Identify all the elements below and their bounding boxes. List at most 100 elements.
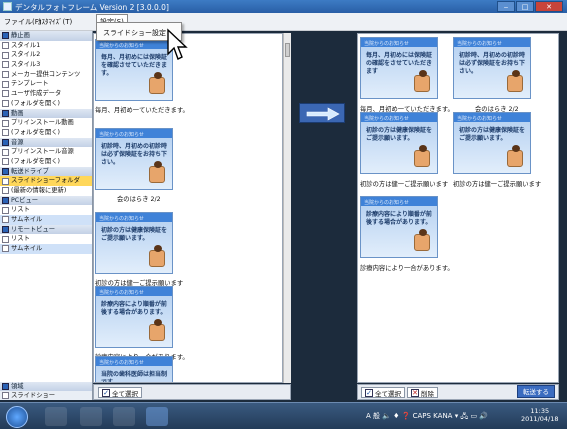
item-icon bbox=[2, 42, 9, 50]
sidebar-group-header[interactable]: 静止画 bbox=[0, 31, 92, 41]
sidebar-item[interactable]: リスト bbox=[0, 234, 92, 244]
sidebar-item-label: プリインストール音源 bbox=[11, 148, 74, 156]
item-icon bbox=[2, 148, 9, 156]
sidebar-item-label: ユーザ作成データ bbox=[11, 90, 62, 98]
item-icon bbox=[2, 129, 9, 137]
select-all-source-button[interactable]: ✓ 全て選択 bbox=[98, 387, 142, 398]
sidebar-item[interactable]: スライドショーフォルダ bbox=[0, 176, 92, 186]
sidebar-item[interactable]: (最新の情報に更新) bbox=[0, 186, 92, 196]
sidebar-item[interactable]: ユーザ作成データ bbox=[0, 89, 92, 99]
sidebar-item-label: リモートビュー bbox=[11, 225, 56, 233]
sidebar-item[interactable]: サムネイル bbox=[0, 215, 92, 225]
slide-thumbnail[interactable]: 当院からのお知らせ 初診時、月初めの初診時は必ず保険証をお持ち下さい。 bbox=[453, 37, 531, 99]
minimize-button[interactable]: ‒ bbox=[497, 1, 515, 12]
sidebar-item-label: テンプレート bbox=[11, 80, 49, 88]
item-icon bbox=[2, 119, 9, 127]
clock-date: 2011/04/18 bbox=[521, 415, 559, 423]
person-illustration-icon bbox=[507, 70, 523, 92]
slide-thumbnail[interactable]: 当院からのお知らせ 初診の方は健康保険証をご提示願います。 bbox=[360, 112, 438, 174]
maximize-button[interactable]: □ bbox=[516, 1, 534, 12]
item-icon bbox=[2, 71, 9, 79]
sidebar-item-label: サムネイル bbox=[11, 245, 43, 253]
slide-text: 初診の方は健康保険証をご提示願います。 bbox=[459, 127, 526, 142]
scrollbar-thumb[interactable] bbox=[285, 43, 290, 57]
delete-button[interactable]: ✕ 削除 bbox=[407, 387, 438, 398]
sidebar-item-label: スタイル3 bbox=[11, 61, 41, 69]
folder-icon bbox=[2, 138, 9, 146]
sidebar-item[interactable]: プリインストール動画 bbox=[0, 118, 92, 128]
mouse-pointer-icon bbox=[167, 28, 188, 60]
sidebar-item-label: スライドショーフォルダ bbox=[11, 177, 80, 185]
slide-header: 当院からのお知らせ bbox=[457, 116, 502, 122]
sidebar-item-label: (フォルダを開く) bbox=[11, 157, 60, 165]
sidebar-group-header[interactable]: PCビュー bbox=[0, 195, 92, 206]
item-icon bbox=[2, 177, 9, 185]
sidebar-item[interactable]: (フォルダを開く) bbox=[0, 128, 92, 138]
item-icon bbox=[2, 235, 9, 243]
folder-icon bbox=[2, 109, 9, 117]
folder-icon bbox=[2, 167, 9, 175]
sidebar-group-header[interactable]: 動画 bbox=[0, 108, 92, 119]
taskbar-ie-icon[interactable] bbox=[45, 407, 67, 426]
sidebar-group-header[interactable]: リモートビュー bbox=[0, 224, 92, 235]
sidebar-item[interactable]: (フォルダを開く) bbox=[0, 99, 92, 109]
sidebar-item[interactable]: テンプレート bbox=[0, 79, 92, 89]
sidebar-item-label: プリインストール動画 bbox=[11, 119, 74, 127]
person-illustration-icon bbox=[414, 70, 430, 92]
start-button[interactable] bbox=[6, 406, 28, 428]
sidebar-item[interactable]: スタイル2 bbox=[0, 50, 92, 60]
folder-icon bbox=[2, 383, 9, 390]
person-illustration-icon bbox=[149, 319, 165, 341]
menu-file[interactable]: ファイル(F) bbox=[4, 17, 42, 27]
slide-text: 初診の方は健康保険証をご提示願います。 bbox=[101, 227, 168, 242]
select-all-slideshow-button[interactable]: ✓ 全て選択 bbox=[361, 387, 405, 398]
right-arrow-icon bbox=[306, 107, 340, 121]
clock-time: 11:35 bbox=[530, 407, 550, 415]
transfer-button[interactable]: 転送する bbox=[517, 385, 555, 398]
slide-header: 当院からのお知らせ bbox=[364, 116, 409, 122]
slide-thumbnail[interactable]: 当院からのお知らせ 毎月、月初めには保険証の確認をさせていただきます bbox=[360, 37, 438, 99]
slide-thumbnail[interactable]: 当院からのお知らせ 初診の方は健康保険証をご提示願います。 bbox=[95, 212, 173, 274]
slide-thumbnail[interactable]: 当院からのお知らせ 診療内容により順番が前後する場合があります。 bbox=[360, 196, 438, 258]
slide-thumbnail[interactable]: 当院からのお知らせ 毎月、月初めには保険証を確認させていただきます。 bbox=[95, 39, 173, 101]
slideshow-thumbnail-panel: 当院からのお知らせ 毎月、月初めには保険証の確認をさせていただきます 毎月、月初め一… bbox=[357, 33, 559, 383]
taskbar-app-icon[interactable] bbox=[146, 407, 168, 426]
sidebar-group-header[interactable]: 転送ドライブ bbox=[0, 166, 92, 177]
slide-text: 当院の歯科医師は担当制です bbox=[101, 371, 168, 383]
person-illustration-icon bbox=[149, 245, 165, 267]
taskbar-explorer-icon[interactable] bbox=[80, 407, 102, 426]
item-icon bbox=[2, 80, 9, 88]
clock: 11:35 2011/04/18 bbox=[521, 407, 558, 423]
sidebar-footer-group[interactable]: 領域 bbox=[0, 382, 92, 391]
slide-caption: 初診の方は健一ご提示願います bbox=[453, 181, 542, 188]
slide-thumbnail[interactable]: 当院からのお知らせ 初診時、月初めの初診時は必ず保険証をお持ち下さい。 bbox=[95, 128, 173, 190]
item-icon bbox=[2, 187, 9, 195]
sidebar-item[interactable]: リスト bbox=[0, 205, 92, 215]
system-tray: A 般 🔈 ♦ ❓ CAPS KANA ▾ 🖧 ▭ 🔊 bbox=[366, 412, 489, 420]
item-icon bbox=[2, 206, 9, 214]
sidebar-item[interactable]: スタイル1 bbox=[0, 41, 92, 51]
slide-thumbnail[interactable]: 当院からのお知らせ 当院の歯科医師は担当制です bbox=[95, 356, 173, 383]
slide-caption: 毎月、月初め一ていただきます。 bbox=[95, 107, 189, 114]
item-icon bbox=[2, 90, 9, 98]
source-scrollbar[interactable] bbox=[283, 33, 291, 383]
sidebar-group-header[interactable]: 音源 bbox=[0, 137, 92, 148]
sidebar-item[interactable]: メーカー提供コンテンツ bbox=[0, 70, 92, 80]
sidebar-item-label: リスト bbox=[11, 235, 30, 243]
close-button[interactable]: ✕ bbox=[535, 1, 563, 12]
slide-thumbnail[interactable]: 当院からのお知らせ 診療内容により順番が前後する場合があります。 bbox=[95, 286, 173, 348]
sidebar-item-label: リスト bbox=[11, 206, 30, 214]
sidebar-item[interactable]: スタイル3 bbox=[0, 60, 92, 70]
sidebar-item[interactable]: (フォルダを開く) bbox=[0, 157, 92, 167]
app-icon bbox=[3, 2, 12, 11]
menu-item-slideshow-settings[interactable]: スライドショー設定 bbox=[103, 29, 166, 37]
sidebar-item[interactable]: プリインストール音源 bbox=[0, 147, 92, 157]
menu-customize[interactable]: ｶｽﾀﾏｲｽﾞ(T) bbox=[38, 17, 72, 27]
slide-header: 当院からのお知らせ bbox=[99, 43, 144, 49]
folder-icon bbox=[2, 226, 9, 234]
add-to-slideshow-button[interactable] bbox=[299, 103, 345, 123]
taskbar-media-icon[interactable] bbox=[113, 407, 135, 426]
sidebar-footer-item[interactable]: スライドショー bbox=[0, 391, 92, 400]
slide-thumbnail[interactable]: 当院からのお知らせ初診の方は健康保険証をご提示願います。 bbox=[453, 112, 531, 174]
sidebar-item[interactable]: サムネイル bbox=[0, 244, 92, 254]
